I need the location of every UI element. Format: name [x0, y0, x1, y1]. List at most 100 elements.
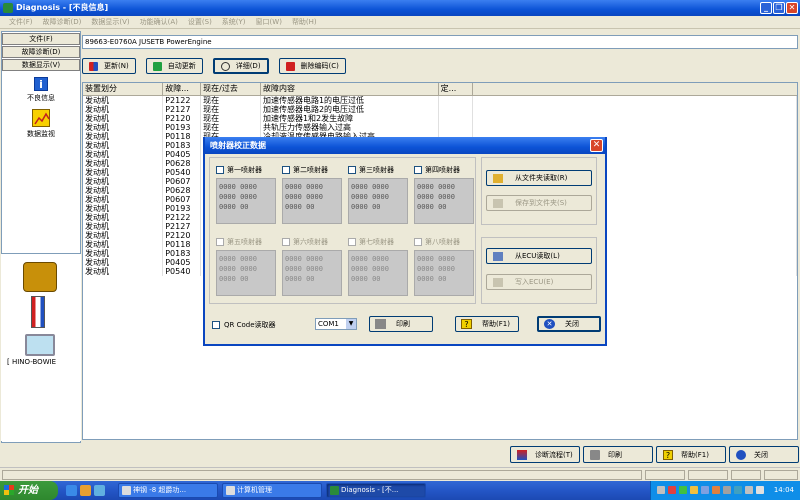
read-ecu-button[interactable]: 从ECU读取(L): [486, 248, 592, 264]
checkbox-box[interactable]: [216, 238, 224, 246]
update-button[interactable]: 更新(N): [82, 58, 136, 74]
injector-checkbox[interactable]: 第七喷射器: [348, 236, 408, 248]
menu-system[interactable]: 系统(Y): [217, 16, 251, 28]
taskbar-item[interactable]: Diagnosis - [不...: [326, 483, 426, 498]
tray-icon[interactable]: [712, 486, 720, 494]
tray-icon[interactable]: [745, 486, 753, 494]
checkbox-box[interactable]: [282, 166, 290, 174]
write-ecu-label: 写入ECU(E): [515, 278, 554, 286]
vin-field: 89663-E0760A JUSETB PowerEngine: [82, 35, 798, 49]
injector-checkbox[interactable]: 第八喷射器: [414, 236, 474, 248]
table-cell: P2127: [162, 221, 202, 231]
injector-value[interactable]: 0000 0000 0000 0000 0000 00: [282, 178, 342, 224]
tray-icon[interactable]: [723, 486, 731, 494]
quicklaunch-media-icon[interactable]: [80, 485, 91, 496]
chevron-down-icon[interactable]: ▼: [346, 319, 356, 329]
injector-value[interactable]: 0000 0000 0000 0000 0000 00: [414, 250, 474, 296]
sidebar-item-fault-info[interactable]: i 不良信息: [2, 77, 80, 103]
menu-data-display[interactable]: 数据显示(V): [86, 16, 134, 28]
close-button[interactable]: 关闭: [729, 446, 799, 463]
minimize-button[interactable]: _: [760, 2, 772, 14]
tray-icon[interactable]: [668, 486, 676, 494]
injector-value[interactable]: 0000 0000 0000 0000 0000 00: [216, 250, 276, 296]
menu-function[interactable]: 功能确认(A): [135, 16, 183, 28]
tray-icon[interactable]: [657, 486, 665, 494]
checkbox-box[interactable]: [414, 238, 422, 246]
sidebar-nav-diagnosis[interactable]: 故障诊断(D): [2, 46, 80, 58]
col-code[interactable]: 故障...: [162, 83, 202, 96]
auto-update-button[interactable]: 自动更新: [145, 58, 203, 74]
dialog-close-button[interactable]: ✕ 关闭: [537, 316, 601, 332]
table-cell: 发动机: [83, 113, 164, 123]
menu-diagnosis[interactable]: 故障诊断(D): [38, 16, 87, 28]
injector-5: 第五喷射器 0000 0000 0000 0000 0000 00: [216, 236, 276, 300]
injector-checkbox[interactable]: 第三喷射器: [348, 164, 408, 176]
taskbar-item[interactable]: 计算机管理: [222, 483, 322, 498]
quicklaunch-ie-icon[interactable]: [66, 485, 77, 496]
table-row[interactable]: 发动机 P2122 现在 加速传感器电路1的电压过低: [83, 95, 797, 105]
printer-icon: [590, 449, 600, 460]
sidebar-item-data-monitor[interactable]: 数据监视: [2, 109, 80, 139]
save-file-button[interactable]: 保存到文件夹(S): [486, 195, 592, 211]
taskbar-item[interactable]: 神钢 -8 超爵功...: [118, 483, 218, 498]
task-label: 神钢 -8 超爵功...: [133, 486, 187, 494]
menu-window[interactable]: 窗口(W): [251, 16, 287, 28]
printer-icon: [375, 319, 386, 329]
table-row[interactable]: 发动机 P2120 现在 加速传感器1和2发生故障: [83, 113, 797, 123]
tray-icon[interactable]: [690, 486, 698, 494]
col-status[interactable]: 现在/过去: [200, 83, 261, 96]
menu-settings[interactable]: 设置(S): [183, 16, 217, 28]
print-button[interactable]: 印刷: [583, 446, 653, 463]
dialog-print-button[interactable]: 印刷: [369, 316, 433, 332]
injector-value[interactable]: 0000 0000 0000 0000 0000 00: [282, 250, 342, 296]
injector-checkbox[interactable]: 第一喷射器: [216, 164, 276, 176]
col-device[interactable]: 装置划分: [83, 83, 164, 96]
injector-checkbox[interactable]: 第五喷射器: [216, 236, 276, 248]
sidebar-nav-data-display[interactable]: 数据显示(V): [2, 59, 80, 71]
injector-7: 第七喷射器 0000 0000 0000 0000 0000 00: [348, 236, 408, 300]
table-row[interactable]: 发动机 P2127 现在 加速传感器电路2的电压过低: [83, 104, 797, 114]
start-button[interactable]: 开始: [0, 481, 58, 500]
table-row[interactable]: 发动机 P0193 现在 共轨压力传感器输入过高: [83, 122, 797, 132]
checkbox-box[interactable]: [348, 238, 356, 246]
table-cell: 发动机: [83, 266, 164, 276]
close-window-button[interactable]: ✕: [786, 2, 798, 14]
delete-code-button[interactable]: 删除编码(C): [278, 58, 346, 74]
sidebar-nav-file[interactable]: 文件(F): [2, 33, 80, 45]
checkbox-box[interactable]: [212, 321, 220, 329]
injector-checkbox[interactable]: 第二喷射器: [282, 164, 342, 176]
injector-checkbox[interactable]: 第四喷射器: [414, 164, 474, 176]
checkbox-box[interactable]: [348, 166, 356, 174]
checkbox-box[interactable]: [216, 166, 224, 174]
injector-value[interactable]: 0000 0000 0000 0000 0000 00: [414, 178, 474, 224]
dialog-help-button[interactable]: ? 帮助(F1): [455, 316, 519, 332]
injector-value[interactable]: 0000 0000 0000 0000 0000 00: [348, 178, 408, 224]
menu-help[interactable]: 帮助(H): [287, 16, 322, 28]
restore-button[interactable]: ❐: [773, 2, 785, 14]
table-cell: 发动机: [83, 176, 164, 186]
tray-icon[interactable]: [701, 486, 709, 494]
diagnosis-flow-button[interactable]: 诊断流程(T): [510, 446, 580, 463]
checkbox-box[interactable]: [282, 238, 290, 246]
detail-button[interactable]: 详细(D): [212, 58, 269, 74]
injector-value[interactable]: 0000 0000 0000 0000 0000 00: [348, 250, 408, 296]
write-ecu-button[interactable]: 写入ECU(E): [486, 274, 592, 290]
quicklaunch-desktop-icon[interactable]: [94, 485, 105, 496]
read-ecu-label: 从ECU读取(L): [515, 252, 560, 260]
table-cell: 现在: [200, 104, 261, 114]
injector-value[interactable]: 0000 0000 0000 0000 0000 00: [216, 178, 276, 224]
tray-icon[interactable]: [679, 486, 687, 494]
volume-icon[interactable]: [756, 486, 764, 494]
read-file-label: 从文件夹读取(R): [515, 174, 568, 182]
col-fixed[interactable]: 定...: [438, 83, 473, 96]
checkbox-box[interactable]: [414, 166, 422, 174]
dialog-close-icon[interactable]: ✕: [590, 139, 603, 152]
read-file-button[interactable]: 从文件夹读取(R): [486, 170, 592, 186]
com-port-select[interactable]: COM1 ▼: [315, 318, 357, 330]
injector-checkbox[interactable]: 第六喷射器: [282, 236, 342, 248]
col-content[interactable]: 故障内容: [260, 83, 439, 96]
menu-file[interactable]: 文件(F): [4, 16, 38, 28]
help-button[interactable]: ? 帮助(F1): [656, 446, 726, 463]
qr-reader-checkbox[interactable]: QR Code读取器: [212, 320, 276, 330]
tray-icon[interactable]: [734, 486, 742, 494]
